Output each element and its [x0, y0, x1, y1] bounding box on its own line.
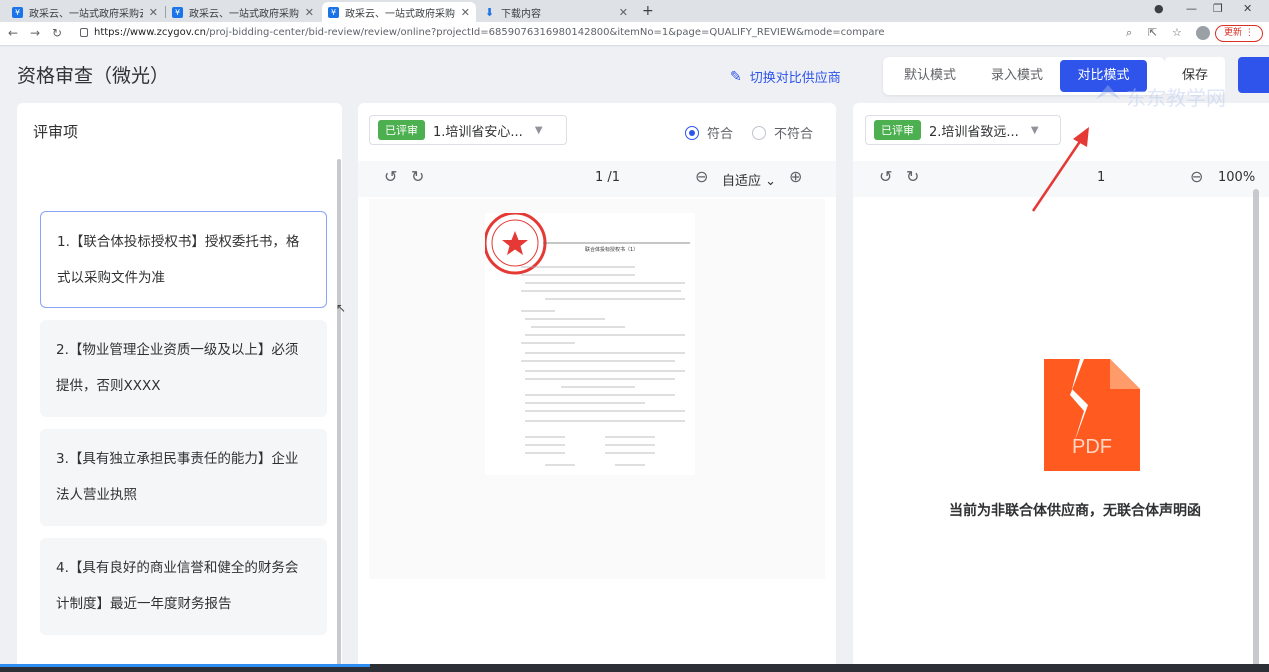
chevron-down-icon: ▼ [534, 124, 543, 136]
entry-mode-button[interactable]: 录入模式 [977, 60, 1057, 92]
watermark-logo: 东东教学网 [1090, 79, 1260, 115]
review-items-panel: 评审项 1.【联合体投标授权书】授权委托书，格式以采购文件为准 2.【物业管理企… [17, 103, 342, 672]
close-window-icon[interactable]: ✕ [1243, 2, 1252, 15]
fail-radio[interactable]: 不符合 [752, 123, 813, 142]
zoom-level[interactable]: 100% [1218, 170, 1255, 185]
video-progress-bar[interactable] [0, 664, 370, 667]
reviewed-tag: 已评审 [874, 120, 921, 140]
doc-toolbar: ↺ ↻ 1 /1 ⊖ 自适应 ⌄ ⊕ [358, 161, 836, 197]
rotate-left-icon[interactable]: ↺ [879, 167, 892, 186]
page-title: 资格审查（微光） [17, 65, 170, 87]
pdf-file-icon: PDF [1044, 359, 1140, 471]
zoom-icon[interactable]: ⌕ [1126, 26, 1132, 40]
new-tab-icon[interactable]: + [642, 3, 654, 19]
browser-tab-1[interactable]: ¥ 政采云、一站式政府采购云平台 ✕ [6, 2, 164, 22]
close-tab-icon[interactable]: ✕ [149, 6, 158, 19]
svg-text:PDF: PDF [1072, 436, 1112, 458]
browser-tab-bar: ¥ 政采云、一站式政府采购云平台 ✕ ¥ 政采云、一站式政府采购云平台 ✕ ¥ … [0, 0, 1269, 22]
review-item-3[interactable]: 3.【具有独立承担民事责任的能力】企业法人营业执照 [40, 429, 327, 526]
pass-radio[interactable]: 符合 [685, 123, 733, 142]
review-page: 资格审查（微光） ✎ 切换对比供应商 默认模式 录入模式 对比模式 保存 评审项… [0, 47, 1269, 672]
left-scrollbar[interactable] [337, 159, 341, 669]
record-icon[interactable]: ● [1154, 2, 1164, 15]
review-item-1[interactable]: 1.【联合体投标授权书】授权委托书，格式以采购文件为准 [40, 211, 327, 308]
rotate-right-icon[interactable]: ↻ [906, 167, 919, 186]
zoom-in-icon[interactable]: ⊕ [789, 167, 802, 186]
zoom-select[interactable]: 自适应 ⌄ [722, 170, 776, 189]
radio-checked-icon [685, 125, 699, 140]
right-scrollbar[interactable] [1253, 189, 1259, 669]
reviewed-tag: 已评审 [378, 120, 425, 140]
lock-icon [80, 28, 88, 37]
vendor-1-panel: 已评审 1.培训省安心... ▼ 符合 不符合 ↺ ↻ 1 /1 ⊖ 自适应 ⌄… [358, 103, 836, 672]
close-tab-icon[interactable]: ✕ [619, 6, 628, 19]
maximize-icon[interactable]: ❐ [1213, 2, 1223, 15]
annotation-arrow-icon [1031, 127, 1089, 212]
page-indicator: 1 /1 [595, 170, 621, 185]
svg-text:联合体投标授权书（1）: 联合体投标授权书（1） [585, 246, 638, 253]
back-icon[interactable]: ← [8, 26, 18, 40]
browser-tab-2[interactable]: ¥ 政采云、一站式政府采购云平台 ✕ [166, 2, 320, 22]
zoom-out-icon[interactable]: ⊖ [695, 167, 708, 186]
download-icon: ⬇ [484, 5, 495, 19]
document-viewer[interactable]: 联合体投标授权书（1） [369, 199, 825, 579]
mouse-pointer-icon: ↖ [336, 301, 347, 315]
no-consortium-message: 当前为非联合体供应商，无联合体声明函 [949, 503, 1201, 519]
svg-text:东东教学网: 东东教学网 [1126, 87, 1226, 110]
reload-icon[interactable]: ↻ [52, 26, 62, 40]
rotate-right-icon[interactable]: ↻ [411, 167, 424, 186]
close-tab-icon[interactable]: ✕ [305, 6, 314, 19]
authorization-letter-scan: 联合体投标授权书（1） [483, 211, 690, 466]
browser-update-button[interactable]: 更新 ⋮ [1215, 25, 1263, 42]
site-favicon-icon: ¥ [172, 6, 183, 18]
review-item-4[interactable]: 4.【具有良好的商业信誉和健全的财务会计制度】最近一年度财务报告 [40, 538, 327, 635]
close-tab-icon[interactable]: ✕ [461, 6, 470, 19]
zoom-out-icon[interactable]: ⊖ [1190, 167, 1203, 186]
document-page: 联合体投标授权书（1） [483, 211, 695, 475]
bookmark-star-icon[interactable]: ☆ [1172, 26, 1182, 39]
browser-tab-4[interactable]: ⬇ 下载内容 ✕ [478, 2, 634, 22]
page-indicator: 1 [1097, 170, 1106, 185]
share-icon[interactable]: ⇱ [1148, 26, 1157, 39]
review-items-heading: 评审项 [33, 123, 79, 141]
profile-avatar[interactable] [1196, 26, 1210, 40]
address-bar: ← → ↻ https://www.zcygov.cn/proj-bidding… [0, 22, 1269, 46]
forward-icon[interactable]: → [30, 26, 40, 40]
browser-tab-3[interactable]: ¥ 政采云、一站式政府采购云平台 ✕ [322, 2, 476, 22]
switch-vendor-link[interactable]: ✎ 切换对比供应商 [730, 67, 841, 87]
review-item-2[interactable]: 2.【物业管理企业资质一级及以上】必须提供，否则XXXX [40, 320, 327, 417]
site-favicon-icon: ¥ [12, 6, 23, 18]
default-mode-button[interactable]: 默认模式 [890, 60, 970, 92]
radio-unchecked-icon [752, 125, 766, 140]
minimize-icon[interactable]: — [1186, 2, 1197, 15]
edit-pen-icon: ✎ [730, 68, 742, 85]
url-field[interactable]: https://www.zcygov.cn/proj-bidding-cente… [94, 27, 885, 38]
site-favicon-icon: ¥ [328, 6, 339, 18]
vendor-1-select[interactable]: 已评审 1.培训省安心... ▼ [369, 115, 567, 145]
rotate-left-icon[interactable]: ↺ [384, 167, 397, 186]
